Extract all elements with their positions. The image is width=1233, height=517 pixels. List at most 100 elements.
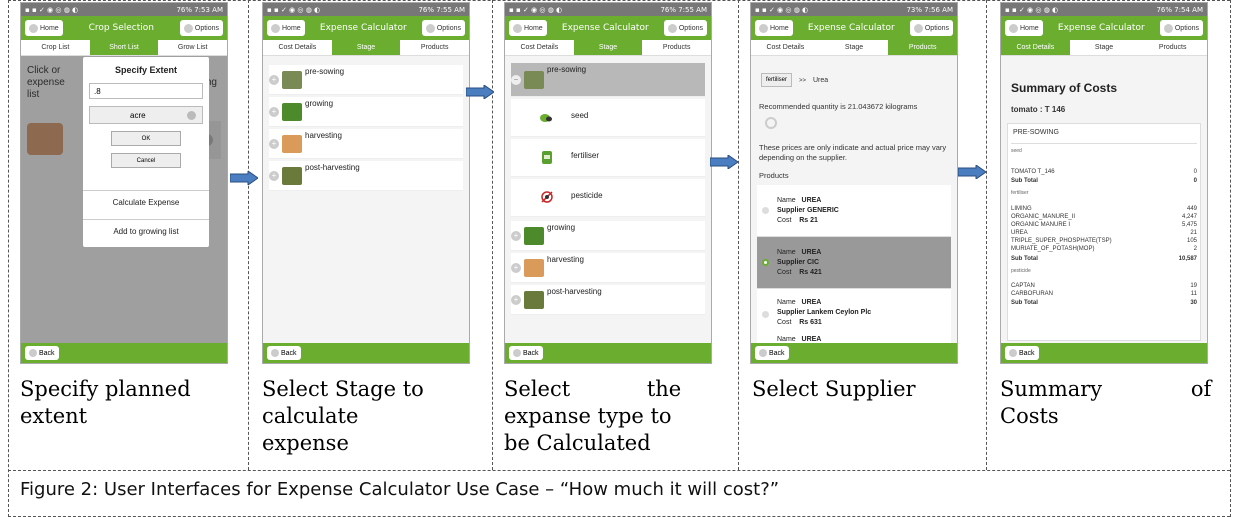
crop-name: tomato : T 146 (1011, 105, 1066, 114)
cost-line: MURIATE_OF_POTASH(MOP) 2 (1011, 246, 1197, 252)
stage-row-harvesting[interactable]: + harvesting (269, 129, 463, 159)
info-icon[interactable] (765, 117, 777, 129)
back-button[interactable]: Back (755, 346, 789, 360)
expand-icon[interactable]: + (269, 74, 279, 85)
subtotal-line: Sub Total 10,587 (1011, 256, 1197, 262)
extent-input[interactable] (89, 83, 203, 99)
app-title: Crop Selection (88, 23, 154, 33)
expand-icon[interactable]: + (269, 138, 279, 149)
supplier-option-selected[interactable]: Name UREA Supplier CIC Cost Rs 421 (757, 237, 951, 289)
filter-type-chip[interactable]: fertiliser (761, 73, 793, 87)
seed-icon (540, 114, 552, 122)
home-icon (1009, 23, 1018, 33)
options-button[interactable]: Options (421, 20, 465, 36)
tab-stage[interactable]: Stage (1070, 40, 1139, 55)
options-button[interactable]: Options (663, 20, 707, 36)
expand-icon[interactable]: + (269, 106, 279, 117)
back-button[interactable]: Back (267, 346, 301, 360)
ok-button[interactable]: OK (111, 131, 181, 146)
cost-line: CAPTAN 19 (1011, 283, 1197, 289)
home-icon (759, 23, 768, 33)
stage-row-growing[interactable]: + growing (269, 97, 463, 127)
caption-step-5: Summary of Costs (1000, 377, 1212, 428)
tab-short-list[interactable]: Short List (89, 40, 159, 55)
tab-cost-details[interactable]: Cost Details (505, 40, 574, 55)
stage-row-growing[interactable]: + growing (511, 221, 705, 251)
stage-row-pre-sowing[interactable]: + pre-sowing (269, 65, 463, 95)
radio-button-checked[interactable] (762, 259, 769, 266)
arrow-right-icon (710, 155, 738, 169)
tab-crop-list[interactable]: Crop List (21, 40, 90, 55)
supplier-option[interactable]: Name UREA Supplier GENERIC Cost Rs 21 (757, 185, 951, 237)
expense-type-seed[interactable]: seed (511, 99, 705, 137)
table-border-top (8, 0, 1230, 1)
cost-line: CARBOFURAN 11 (1011, 291, 1197, 297)
home-button[interactable]: Home (267, 20, 305, 36)
section-label-fertiliser: fertiliser (1011, 190, 1029, 196)
stage-row-post-harvesting[interactable]: + post-harvesting (511, 285, 705, 315)
options-button[interactable]: Options (909, 20, 953, 36)
expand-icon[interactable]: + (511, 262, 521, 273)
stage-row-harvesting[interactable]: + harvesting (511, 253, 705, 283)
status-bar: ▪ ▪ ✓ ◉ ◎ ◍ ◐ 76% 7:55 AM (505, 3, 711, 16)
stage-thumbnail (282, 166, 302, 185)
app-bar: Home Expense Calculator Options (751, 16, 957, 40)
tab-stage[interactable]: Stage (331, 40, 401, 55)
back-button[interactable]: Back (25, 346, 59, 360)
chevron-down-icon (187, 110, 196, 120)
bottom-bar: Back (505, 343, 711, 363)
expense-type-pesticide[interactable]: pesticide (511, 179, 705, 217)
screen-select-stage: ▪ ▪ ✓ ◉ ◎ ◍ ◐ 76% 7:55 AM Home Expense Ca… (262, 2, 470, 364)
expense-type-fertiliser[interactable]: fertiliser (511, 139, 705, 177)
stage-thumbnail (524, 70, 544, 89)
stage-row-post-harvesting[interactable]: + post-harvesting (269, 161, 463, 191)
bottom-bar: Back (263, 343, 469, 363)
caption-step-3: Select the expanse type to be Calculated (504, 377, 682, 455)
radio-button[interactable] (762, 311, 769, 318)
menu-icon (1163, 23, 1173, 33)
back-button[interactable]: Back (509, 346, 543, 360)
stage-row-pre-sowing-expanded[interactable]: − pre-sowing (511, 63, 705, 97)
back-button[interactable]: Back (1005, 346, 1039, 360)
bottom-bar: Back (1001, 343, 1207, 363)
tab-bar: Cost Details Stage Products (1001, 40, 1207, 56)
caption-step-1: Specify planned extent (20, 377, 191, 428)
tab-grow-list[interactable]: Grow List (158, 40, 227, 55)
options-button[interactable]: Options (1159, 20, 1203, 36)
expand-icon[interactable]: + (269, 170, 279, 181)
tab-bar: Cost Details Stage Products (505, 40, 711, 56)
bottom-bar: Back (21, 343, 227, 363)
tab-stage[interactable]: Stage (820, 40, 889, 55)
expand-icon[interactable]: + (511, 294, 521, 305)
tab-products[interactable]: Products (888, 40, 957, 55)
status-bar: ▪ ▪ ✓ ◉ ◎ ◍ ◐ 76% 7:54 AM (1001, 3, 1207, 16)
tab-products[interactable]: Products (1138, 40, 1207, 55)
add-to-growing-list-button[interactable]: Add to growing list (83, 219, 209, 243)
tab-bar: Cost Details Stage Products (263, 40, 469, 56)
tab-cost-details[interactable]: Cost Details (1001, 40, 1070, 55)
tab-cost-details[interactable]: Cost Details (263, 40, 332, 55)
cost-line: TRIPLE_SUPER_PHOSPHATE(TSP) 105 (1011, 238, 1197, 244)
section-label-pesticide: pesticide (1011, 268, 1031, 274)
options-button[interactable]: Options (179, 20, 223, 36)
tab-bar: Crop List Short List Grow List (21, 40, 227, 56)
home-button[interactable]: Home (1005, 20, 1043, 36)
radio-button[interactable] (762, 207, 769, 214)
home-button[interactable]: Home (509, 20, 547, 36)
menu-icon (425, 23, 435, 33)
tab-cost-details[interactable]: Cost Details (751, 40, 820, 55)
screen-crop-selection: ▪ ▪ ✓ ◉ ◎ ◍ ◐ 76% 7:53 AM Home Crop Selec… (20, 2, 228, 364)
table-border (8, 470, 1230, 471)
home-button[interactable]: Home (755, 20, 793, 36)
expand-icon[interactable]: + (511, 230, 521, 241)
collapse-icon[interactable]: − (511, 74, 521, 85)
tab-products[interactable]: Products (400, 40, 469, 55)
app-bar: Home Crop Selection Options (21, 16, 227, 40)
home-button[interactable]: Home (25, 20, 63, 36)
calculate-expense-button[interactable]: Calculate Expense (83, 190, 209, 214)
unit-select[interactable]: acre (89, 106, 203, 124)
stage-heading: PRE-SOWING (1013, 129, 1059, 136)
tab-stage[interactable]: Stage (573, 40, 643, 55)
tab-products[interactable]: Products (642, 40, 711, 55)
cancel-button[interactable]: Cancel (111, 153, 181, 168)
